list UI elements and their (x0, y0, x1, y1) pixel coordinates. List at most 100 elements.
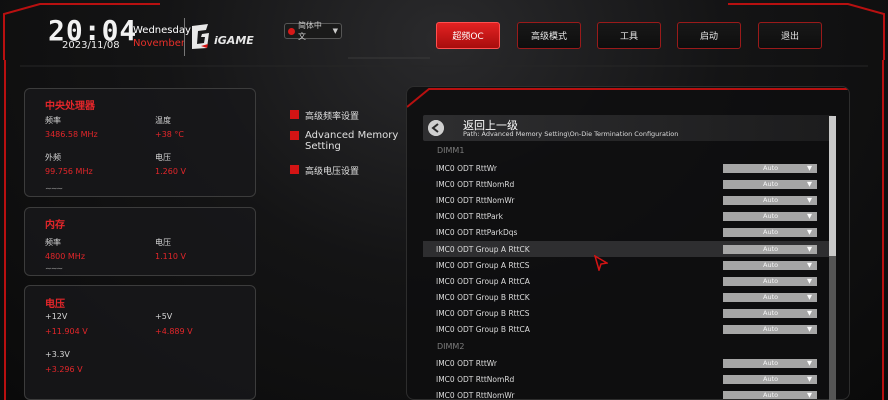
tab-tools[interactable]: 工具 (597, 22, 661, 49)
setting-dropdown[interactable]: Auto ▼ (723, 227, 817, 237)
setting-label: IMC0 ODT Group B RttCK (436, 292, 530, 302)
cpu-temp-value: +38 °C (155, 130, 185, 139)
scrollbar[interactable] (829, 116, 836, 400)
voltage-title: 电压 (45, 299, 65, 310)
setting-label: IMC0 ODT RttParkDqs (436, 227, 518, 237)
setting-label: IMC0 ODT RttNomWr (436, 195, 515, 205)
setting-dropdown[interactable]: Auto ▼ (723, 195, 817, 205)
setting-dropdown[interactable]: Auto ▼ (723, 324, 817, 334)
nav-advanced-voltage[interactable]: 高级电压设置 (290, 164, 359, 177)
panel-ornament: ∼∼∼ (45, 264, 63, 273)
dropdown-value: Auto (763, 164, 779, 172)
language-selector[interactable]: 简体中文 ▼ (284, 21, 342, 41)
dropdown-value: Auto (763, 325, 779, 333)
setting-row[interactable]: IMC0 ODT Group B RttCA Auto ▼ (423, 321, 833, 337)
setting-row[interactable]: IMC0 ODT RttNomRd Auto ▼ (423, 176, 833, 192)
setting-row[interactable]: IMC0 ODT RttWr Auto ▼ (423, 160, 833, 176)
dropdown-value: Auto (763, 228, 779, 236)
tab-advanced[interactable]: 高级模式 (517, 22, 581, 49)
dropdown-value: Auto (763, 245, 779, 253)
nav-advanced-frequency[interactable]: 高级频率设置 (290, 109, 359, 122)
globe-icon (288, 27, 295, 35)
setting-dropdown[interactable]: Auto ▼ (723, 390, 817, 399)
bullet-icon (290, 131, 299, 140)
setting-dropdown[interactable]: Auto ▼ (723, 260, 817, 270)
cpu-temp-label: 温度 (155, 116, 171, 125)
frame-left-edge (4, 60, 6, 400)
setting-row[interactable]: IMC0 ODT RttNomWr Auto ▼ (423, 387, 833, 399)
setting-label: IMC0 ODT Group B RttCS (436, 308, 530, 318)
v33-value: +3.296 V (45, 365, 83, 374)
logo-text: iGAME (214, 34, 254, 47)
panel-ornament: ∼∼∼ (45, 184, 63, 193)
settings-panel: 返回上一级 Path: Advanced Memory Setting\On-D… (406, 86, 850, 400)
cpu-freq-value: 3486.58 MHz (45, 130, 98, 139)
igame-logo: iGAME (192, 24, 254, 49)
v33-label: +3.3V (45, 350, 70, 359)
chevron-down-icon: ▼ (807, 261, 812, 269)
setting-row[interactable]: IMC0 ODT Group B RttCK Auto ▼ (423, 289, 833, 305)
setting-label: IMC0 ODT RttNomRd (436, 179, 515, 189)
tab-boot[interactable]: 启动 (677, 22, 741, 49)
setting-dropdown[interactable]: Auto ▼ (723, 179, 817, 189)
chevron-down-icon: ▼ (807, 293, 812, 301)
cpu-panel: 中央处理器 频率 3486.58 MHz 温度 +38 °C 外频 99.756… (24, 88, 256, 197)
setting-label: IMC0 ODT Group B RttCA (436, 324, 530, 334)
brand-divider (184, 18, 185, 56)
nav-advanced-memory[interactable]: Advanced Memory Setting (290, 130, 400, 152)
chevron-down-icon: ▼ (332, 27, 338, 35)
dropdown-value: Auto (763, 196, 779, 204)
chevron-down-icon: ▼ (807, 180, 812, 188)
chevron-down-icon: ▼ (807, 164, 812, 172)
setting-row-selected[interactable]: IMC0 ODT Group A RttCK Auto ▼ (423, 241, 833, 257)
setting-row[interactable]: IMC0 ODT RttNomRd Auto ▼ (423, 371, 833, 387)
setting-row[interactable]: IMC0 ODT Group A RttCA Auto ▼ (423, 273, 833, 289)
content-frame-ornament (407, 88, 849, 108)
nav-label: 高级频率设置 (305, 112, 360, 122)
bullet-icon (290, 165, 299, 174)
dropdown-value: Auto (763, 277, 779, 285)
cpu-volt-value: 1.260 V (155, 167, 186, 176)
setting-dropdown[interactable]: Auto ▼ (723, 374, 817, 384)
cpu-volt-label: 电压 (155, 153, 171, 162)
setting-row[interactable]: IMC0 ODT RttPark Auto ▼ (423, 208, 833, 224)
dropdown-value: Auto (763, 375, 779, 383)
chevron-down-icon: ▼ (807, 212, 812, 220)
scrollbar-thumb[interactable] (829, 116, 836, 256)
bullet-icon (290, 110, 299, 119)
setting-row[interactable]: IMC0 ODT Group A RttCS Auto ▼ (423, 257, 833, 273)
memory-volt-value: 1.110 V (155, 252, 186, 261)
setting-dropdown[interactable]: Auto ▼ (723, 292, 817, 302)
tab-oc[interactable]: 超频OC (436, 22, 500, 49)
setting-row[interactable]: IMC0 ODT Group B RttCS Auto ▼ (423, 305, 833, 321)
dropdown-value: Auto (763, 359, 779, 367)
setting-row[interactable]: IMC0 ODT RttWr Auto ▼ (423, 355, 833, 371)
chevron-down-icon: ▼ (807, 359, 812, 367)
memory-panel: 内存 频率 4800 MHz 电压 1.110 V ∼∼∼ (24, 207, 256, 276)
setting-dropdown[interactable]: Auto ▼ (723, 163, 817, 173)
setting-row[interactable]: IMC0 ODT RttParkDqs Auto ▼ (423, 224, 833, 240)
setting-dropdown[interactable]: Auto ▼ (723, 244, 817, 254)
setting-dropdown[interactable]: Auto ▼ (723, 276, 817, 286)
chevron-down-icon: ▼ (807, 391, 812, 399)
setting-label: IMC0 ODT RttWr (436, 163, 497, 173)
dropdown-value: Auto (763, 212, 779, 220)
setting-label: IMC0 ODT RttNomRd (436, 374, 515, 384)
dropdown-value: Auto (763, 391, 779, 399)
mouse-cursor-icon (594, 255, 608, 271)
voltage-panel: 电压 +12V +11.904 V +5V +4.889 V +3.3V +3.… (24, 285, 256, 400)
setting-dropdown[interactable]: Auto ▼ (723, 308, 817, 318)
back-button[interactable]: 返回上一级 Path: Advanced Memory Setting\On-D… (423, 115, 833, 141)
chevron-down-icon: ▼ (807, 375, 812, 383)
setting-label: IMC0 ODT RttPark (436, 211, 504, 221)
tab-exit[interactable]: 退出 (758, 22, 822, 49)
setting-label: IMC0 ODT RttWr (436, 358, 497, 368)
date-label: 2023/11/08 (62, 40, 120, 51)
setting-dropdown[interactable]: Auto ▼ (723, 211, 817, 221)
cpu-ext-value: 99.756 MHz (45, 167, 93, 176)
breadcrumb-path: Path: Advanced Memory Setting\On-Die Ter… (463, 130, 679, 138)
cpu-freq-label: 频率 (45, 116, 61, 125)
setting-dropdown[interactable]: Auto ▼ (723, 358, 817, 368)
setting-row[interactable]: IMC0 ODT RttNomWr Auto ▼ (423, 192, 833, 208)
language-label: 简体中文 (297, 21, 322, 41)
